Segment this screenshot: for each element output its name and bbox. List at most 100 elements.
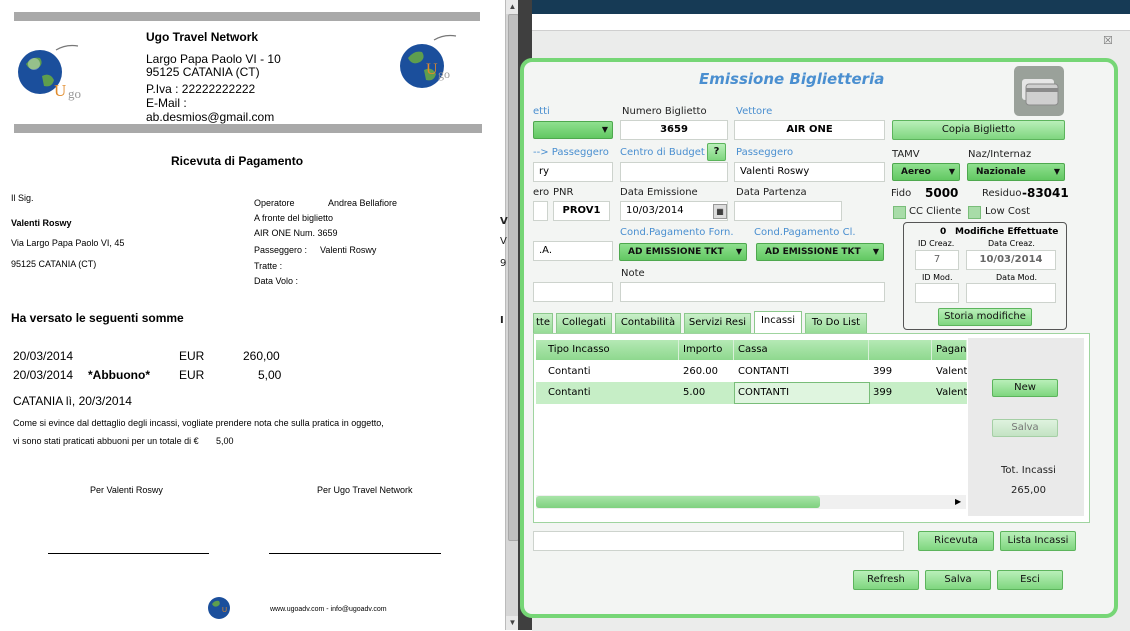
copia-biglietto-button[interactable]: Copia Biglietto [892,120,1065,140]
naz-select[interactable]: Nazionale ▼ [967,163,1065,181]
ricevuta-button[interactable]: Ricevuta [918,531,994,551]
data-creaz-label: Data Creaz. [988,239,1035,248]
centro-budget-field[interactable] [620,162,728,182]
hscroll-thumb[interactable] [536,496,820,508]
numero-field[interactable] [533,201,548,221]
numero-biglietto-label: Numero Biglietto [622,106,707,117]
tot-incassi-value: 265,00 [1011,485,1046,496]
spa-field[interactable]: .A. [533,241,613,261]
data-partenza-label: Data Partenza [736,187,807,198]
col-blank[interactable] [869,340,932,360]
signature-line-right [269,553,441,554]
salva-button[interactable]: Salva [925,570,991,590]
lista-incassi-button[interactable]: Lista Incassi [1000,531,1076,551]
tab-todo[interactable]: To Do List [805,313,867,333]
tab-collegati[interactable]: Collegati [556,313,612,333]
cond-cl-value: AD EMISSIONE TKT [765,247,861,257]
refresh-button[interactable]: Refresh [853,570,919,590]
company-vat: P.Iva : 22222222222 [146,82,256,96]
passeggero-left-field[interactable]: ry [533,162,613,182]
ugo-logo-right: U go [400,34,457,88]
storia-modifiche-button[interactable]: Storia modifiche [938,308,1032,326]
pnr-field[interactable]: PROV1 [553,201,610,221]
cond-cl-select[interactable]: AD EMISSIONE TKT ▼ [756,243,884,261]
passeggero-value: Valenti Roswy [320,245,377,255]
cc-cliente-checkbox[interactable] [893,206,906,219]
cell-pagante: Valent [936,387,967,398]
low-cost-checkbox[interactable] [968,206,981,219]
col-pagante[interactable]: Pagan [932,340,967,360]
biglietti-select[interactable]: ▼ [533,121,613,139]
numero-biglietto-field[interactable]: 3659 [620,120,728,140]
header-bar-bottom [14,124,482,133]
data-mod-label: Data Mod. [996,273,1038,282]
data-creaz-field: 10/03/2014 [966,250,1056,270]
esci-button[interactable]: Esci [997,570,1063,590]
fido-label: Fido [891,188,912,199]
tamv-label: TAMV [892,149,920,160]
payment-currency: EUR [179,349,205,363]
biglietti-label: etti [533,106,550,117]
col-cassa[interactable]: Cassa [734,340,869,360]
calendar-icon[interactable]: ▦ [713,204,727,219]
receipt-title: Ricevuta di Pagamento [171,154,304,168]
note-field[interactable] [620,282,885,302]
cell-code: 399 [873,366,893,377]
passeggero-field[interactable]: Valenti Roswy [734,162,885,182]
passeggero-label: Passeggero [736,147,794,158]
data-partenza-field[interactable] [734,201,842,221]
tab-servizi-resi[interactable]: Servizi Resi [684,313,751,333]
cond-forn-select[interactable]: AD EMISSIONE TKT ▼ [619,243,747,261]
cut-text: I [500,315,504,326]
cond-forn-label: Cond.Pagamento Forn. [620,227,734,238]
mod-title: Modifiche Effettuate [955,227,1059,237]
data-emissione-field[interactable]: 10/03/2014 [620,201,728,221]
place-date: CATANIA lì, 20/3/2014 [13,394,132,408]
payment-amount: 260,00 [243,349,280,363]
close-icon[interactable]: ☒ [1103,34,1113,47]
svg-text:U: U [222,607,227,614]
ugo-logo-footer: U [208,597,230,619]
note-left-field[interactable] [533,282,613,302]
ticket-ref: AIR ONE Num. 3659 [254,228,338,238]
tab-incassi[interactable]: Incassi [754,311,802,333]
cond-forn-value: AD EMISSIONE TKT [628,247,724,257]
new-button[interactable]: New [992,379,1058,397]
chevron-down-icon: ▼ [735,247,742,256]
salva-incasso-button[interactable]: Salva [992,419,1058,437]
cell-importo: 260.00 [683,366,718,377]
tab-contabilita[interactable]: Contabilità [615,313,681,333]
tab-partial[interactable]: tte [533,313,553,333]
cell-tipo: Contanti [548,387,591,398]
payment-amount: 5,00 [258,368,282,382]
centro-budget-label: Centro di Budget [620,147,705,158]
residuo-value: -83041 [1022,186,1069,200]
cell-cassa: CONTANTI [738,366,790,377]
scroll-right-icon[interactable]: ▶ [955,497,961,506]
receipt-preview: U go U go Ugo Travel Network Largo Papa … [0,0,505,630]
help-button[interactable]: ? [707,143,726,161]
id-creaz-field: 7 [915,250,959,270]
versato-heading: Ha versato le seguenti somme [11,311,184,325]
mod-count: 0 [940,227,947,237]
receipt-scrollbar[interactable]: ▲ ▼ [505,0,519,630]
bottom-field[interactable] [533,531,904,551]
residuo-label: Residuo [982,188,1022,199]
vettore-field[interactable]: AIR ONE [734,120,885,140]
col-tipo-incasso[interactable]: Tipo Incasso [544,340,679,360]
numero-label: ero [533,187,550,198]
header-bar-top [14,12,480,21]
cut-text: V [500,216,508,227]
company-email: ab.desmios@gmail.com [146,110,275,124]
payment-currency: EUR [179,368,205,382]
tratte-label: Tratte : [254,261,283,271]
tamv-select[interactable]: Aereo ▼ [892,163,960,181]
sig-prefix: Il Sig. [11,193,34,203]
col-importo[interactable]: Importo [679,340,734,360]
customer-name: Valenti Roswy [11,218,72,228]
svg-text:U: U [54,81,66,100]
card-icon [1014,66,1064,116]
id-mod-label: ID Mod. [922,273,953,282]
footer-contacts: www.ugoadv.com - info@ugoadv.com [270,606,387,613]
tot-incassi-label: Tot. Incassi [1001,465,1056,476]
